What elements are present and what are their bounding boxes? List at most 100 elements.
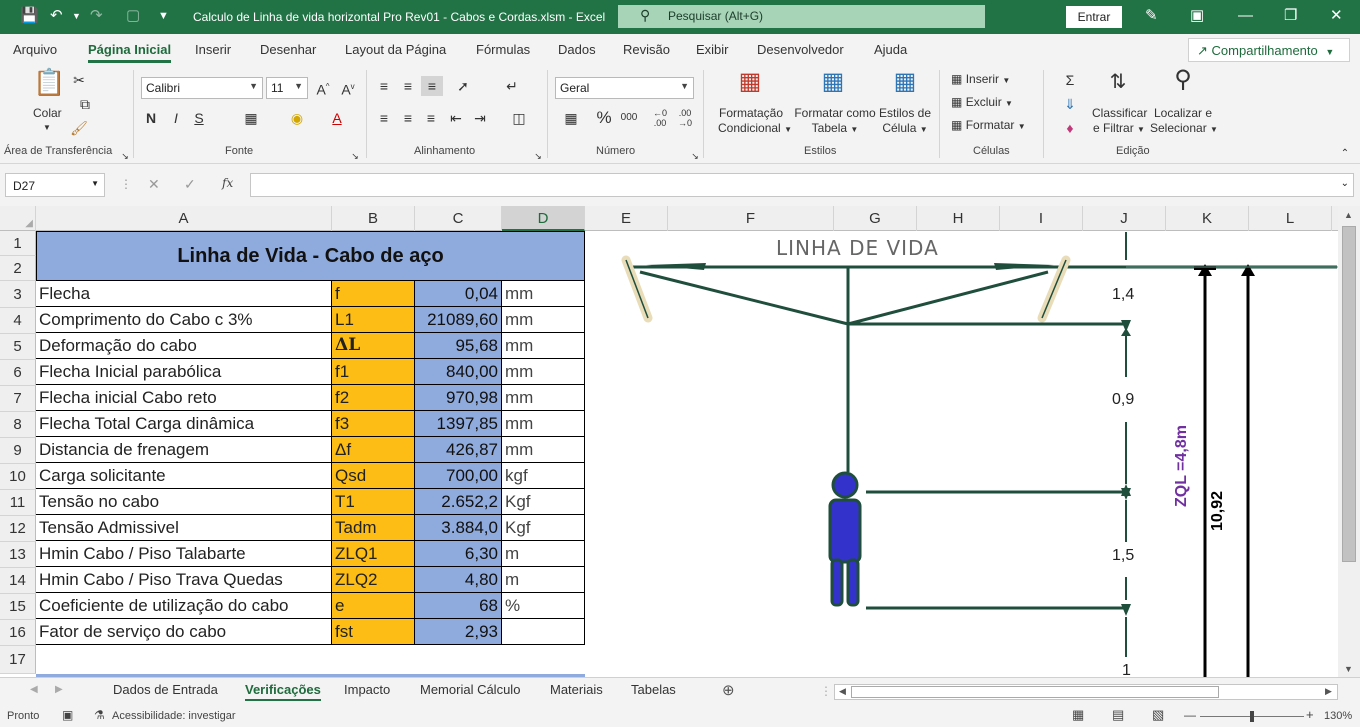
column-header[interactable]: G	[834, 206, 917, 231]
table-cell-val[interactable]: 95,68	[415, 333, 502, 359]
delete-cells-button[interactable]: ▦ Excluir ▼	[951, 95, 1013, 111]
italic-button[interactable]: I	[169, 108, 183, 128]
font-name-combo[interactable]: Calibri ▼	[141, 77, 263, 99]
conditional-format-icon[interactable]: ▦	[735, 70, 765, 100]
cell-styles-icon[interactable]: ▦	[890, 70, 920, 100]
table-cell-label[interactable]: Flecha	[36, 281, 332, 307]
row-header[interactable]: 9	[0, 438, 36, 464]
prev-sheet-icon[interactable]: ◀	[30, 684, 38, 695]
table-cell-sym[interactable]: T1	[332, 489, 415, 515]
table-cell-sym[interactable]: f	[332, 281, 415, 307]
dialog-launcher-icon[interactable]: ↘	[690, 146, 700, 166]
menu-revisao[interactable]: Revisão	[623, 42, 670, 57]
row-header[interactable]: 4	[0, 308, 36, 334]
row-header[interactable]: 11	[0, 490, 36, 516]
chevron-down-icon[interactable]: ▼	[43, 120, 51, 135]
table-cell-sym[interactable]: e	[332, 593, 415, 619]
menu-arquivo[interactable]: Arquivo	[13, 42, 57, 57]
align-right-icon[interactable]: ≡	[421, 108, 441, 128]
table-cell-val[interactable]: 3.884,0	[415, 515, 502, 541]
row-header[interactable]: 14	[0, 568, 36, 594]
format-table-button[interactable]: Formatar como Tabela ▼	[792, 106, 878, 137]
cancel-icon[interactable]: ✕	[148, 176, 160, 193]
table-cell-sym[interactable]: fst	[332, 619, 415, 645]
copy-icon[interactable]: ⧉	[70, 94, 100, 114]
table-cell-val[interactable]: 2,93	[415, 619, 502, 645]
paste-label[interactable]: Colar	[33, 106, 62, 121]
table-cell-label[interactable]: Flecha Inicial parabólica	[36, 359, 332, 385]
bold-button[interactable]: N	[144, 108, 158, 128]
column-header[interactable]: F	[668, 206, 834, 231]
decrease-decimal-icon[interactable]: .00 →0	[675, 108, 695, 128]
dialog-launcher-icon[interactable]: ↘	[350, 146, 360, 166]
table-cell-label[interactable]: Coeficiente de utilização do cabo	[36, 593, 332, 619]
table-cell-sym[interactable]: ΔL	[332, 333, 415, 359]
table-cell-val[interactable]: 970,98	[415, 385, 502, 411]
orientation-icon[interactable]: ➚	[448, 76, 478, 96]
scroll-up-icon[interactable]: ▲	[1344, 210, 1353, 220]
table-cell-val[interactable]: 840,00	[415, 359, 502, 385]
sheet-tab[interactable]: Dados de Entrada	[113, 682, 218, 697]
horizontal-scrollbar[interactable]: ◀ ▶	[834, 684, 1338, 700]
decrease-indent-icon[interactable]: ⇤	[446, 108, 466, 128]
menu-pagina-inicial[interactable]: Página Inicial	[88, 42, 172, 63]
align-top-icon[interactable]: ≡	[374, 76, 394, 96]
share-button[interactable]: ↗ Compartilhamento ▼	[1188, 38, 1350, 62]
status-accessibility[interactable]: Acessibilidade: investigar	[112, 710, 236, 722]
table-cell-label[interactable]: Comprimento do Cabo c 3%	[36, 307, 332, 333]
table-cell-label[interactable]: Distancia de frenagem	[36, 437, 332, 463]
scroll-left-icon[interactable]: ◀	[839, 686, 846, 697]
table-cell-unit[interactable]	[502, 619, 585, 645]
cell-styles-button[interactable]: Estilos de Célula ▼	[879, 106, 931, 137]
sheet-tab[interactable]: Impacto	[344, 682, 390, 697]
menu-desenvolvedor[interactable]: Desenvolvedor	[757, 42, 844, 57]
table-cell-label[interactable]: Tensão no cabo	[36, 489, 332, 515]
dialog-launcher-icon[interactable]: ↘	[120, 146, 130, 166]
find-icon[interactable]: ⚲	[1168, 68, 1198, 100]
row-header[interactable]: 10	[0, 464, 36, 490]
table-cell-val[interactable]: 6,30	[415, 541, 502, 567]
formula-input[interactable]: ⌄	[250, 173, 1354, 197]
zoom-level[interactable]: 130%	[1324, 710, 1352, 722]
menu-inserir[interactable]: Inserir	[195, 42, 231, 57]
sheet-tab[interactable]: Tabelas	[631, 682, 676, 697]
table-cell-label[interactable]: Fator de serviço do cabo	[36, 619, 332, 645]
menu-ajuda[interactable]: Ajuda	[874, 42, 907, 57]
row-header[interactable]: 6	[0, 360, 36, 386]
next-sheet-icon[interactable]: ▶	[55, 684, 63, 695]
normal-view-icon[interactable]: ▦	[1072, 707, 1084, 723]
table-cell-sym[interactable]: f3	[332, 411, 415, 437]
percent-button[interactable]: %	[596, 108, 612, 128]
menu-formulas[interactable]: Fórmulas	[476, 42, 530, 57]
row-header[interactable]: 15	[0, 594, 36, 620]
table-cell-label[interactable]: Flecha inicial Cabo reto	[36, 385, 332, 411]
column-header[interactable]: L	[1249, 206, 1332, 231]
row-header[interactable]: 5	[0, 334, 36, 360]
align-left-icon[interactable]: ≡	[374, 108, 394, 128]
table-cell-unit[interactable]: m	[502, 567, 585, 593]
table-cell-unit[interactable]: %	[502, 593, 585, 619]
table-cell-val[interactable]: 0,04	[415, 281, 502, 307]
table-cell-sym[interactable]: L1	[332, 307, 415, 333]
enter-icon[interactable]: ✓	[184, 176, 196, 193]
table-cell-sym[interactable]: Tadm	[332, 515, 415, 541]
page-layout-icon[interactable]: ▤	[1112, 707, 1124, 723]
table-cell-unit[interactable]: mm	[502, 281, 585, 307]
zoom-out-icon[interactable]: —	[1184, 708, 1196, 722]
macro-record-icon[interactable]: ▣	[62, 708, 73, 722]
format-painter-icon[interactable]: 🖌	[70, 118, 88, 138]
scroll-down-icon[interactable]: ▼	[1344, 664, 1353, 674]
touch-mode-icon[interactable]: ▢	[126, 7, 140, 25]
menu-exibir[interactable]: Exibir	[696, 42, 729, 57]
table-cell-label[interactable]: Deformação do cabo	[36, 333, 332, 359]
thousands-button[interactable]: 000	[618, 108, 640, 128]
table-cell-unit[interactable]: Kgf	[502, 515, 585, 541]
table-cell-sym[interactable]: ZLQ1	[332, 541, 415, 567]
font-size-combo[interactable]: 11 ▼	[266, 77, 308, 99]
currency-icon[interactable]: ▦	[556, 108, 586, 128]
cut-icon[interactable]: ✂	[70, 70, 88, 90]
collapse-ribbon-icon[interactable]: ⌃	[1338, 144, 1352, 164]
clear-icon[interactable]: ♦	[1055, 118, 1085, 138]
row-header[interactable]: 2	[0, 256, 36, 281]
table-cell-unit[interactable]: mm	[502, 411, 585, 437]
